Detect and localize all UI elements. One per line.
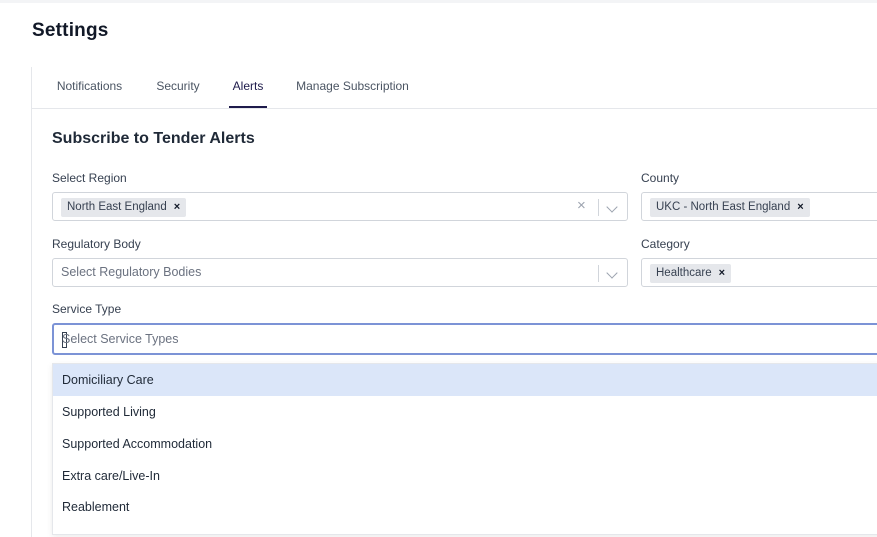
category-chip-label: Healthcare [656,267,712,279]
regulatory-select[interactable]: Select Regulatory Bodies [52,258,628,287]
category-label: Category [641,237,690,251]
county-chip-label: UKC - North East England [656,201,791,213]
service-label: Service Type [52,302,122,316]
category-select[interactable]: Healthcare × [641,258,877,287]
option-extra-care-live-in[interactable]: Extra care/Live-In [53,460,877,492]
region-chip-label: North East England [67,201,167,213]
clear-icon[interactable]: × [577,197,586,214]
remove-category-icon[interactable]: × [719,267,725,279]
service-placeholder[interactable]: Select Service Types [62,332,179,346]
category-chip: Healthcare × [650,264,732,283]
tab-alerts[interactable]: Alerts [229,67,267,108]
page-title: Settings [32,20,109,41]
tab-security[interactable]: Security [154,67,202,107]
tab-manage-subscription[interactable]: Manage Subscription [295,67,410,107]
county-chip: UKC - North East England × [650,198,810,217]
option-reablement[interactable]: Reablement [53,492,877,522]
chevron-down-icon[interactable] [606,264,618,280]
tab-notifications[interactable]: Notifications [54,67,125,107]
settings-panel: Notifications Security Alerts Manage Sub… [31,67,877,537]
remove-county-icon[interactable]: × [797,201,803,213]
indicator-separator [598,199,599,216]
service-select[interactable]: Select Service Types [52,323,877,355]
regulatory-label: Regulatory Body [52,237,141,251]
county-select[interactable]: UKC - North East England × [641,192,877,221]
indicator-separator [598,265,599,282]
option-supported-living[interactable]: Supported Living [53,396,877,428]
top-divider [0,0,877,3]
service-options-menu: Domiciliary Care Supported Living Suppor… [52,363,877,535]
region-chip: North East England × [61,198,187,217]
regulatory-placeholder: Select Regulatory Bodies [61,265,202,279]
chevron-down-icon[interactable] [606,198,618,214]
option-domiciliary-care[interactable]: Domiciliary Care [53,364,877,396]
remove-region-icon[interactable]: × [174,201,180,213]
settings-tabs: Notifications Security Alerts Manage Sub… [32,67,877,109]
county-label: County [641,171,680,185]
region-label: Select Region [52,171,127,185]
section-title: Subscribe to Tender Alerts [52,130,255,147]
option-supported-accommodation[interactable]: Supported Accommodation [53,428,877,460]
region-select[interactable]: North East England × × [52,192,628,221]
